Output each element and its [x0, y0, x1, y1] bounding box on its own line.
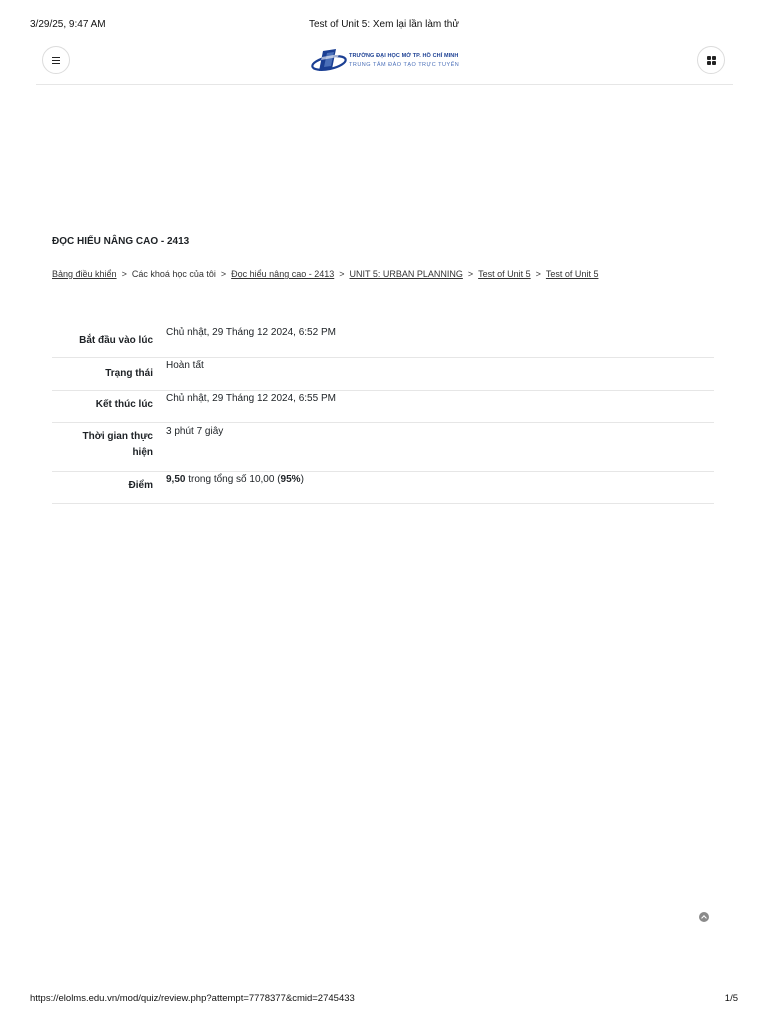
apps-button[interactable] — [697, 46, 725, 74]
breadcrumb-quiz[interactable]: Test of Unit 5 — [478, 269, 531, 279]
summary-row-completed: Kết thúc lúc Chủ nhật, 29 Tháng 12 2024,… — [52, 391, 714, 423]
quiz-review-summary-table: Bắt đầu vào lúc Chủ nhật, 29 Tháng 12 20… — [52, 324, 714, 504]
breadcrumb-my-courses: Các khoá học của tôi — [131, 269, 216, 279]
breadcrumb-dashboard[interactable]: Bảng điều khiển — [52, 269, 117, 279]
logo-line1: TRƯỜNG ĐẠI HỌC MỞ TP. HỒ CHÍ MINH — [349, 53, 459, 59]
grade-label: Điểm — [128, 480, 153, 491]
duration-label: Thời gian thực hiện — [52, 423, 166, 471]
print-header: 3/29/25, 9:47 AM Test of Unit 5: Xem lại… — [30, 19, 738, 33]
grade-text-mid: trong tổng số 10,00 ( — [185, 474, 281, 485]
state-value: Hoàn tất — [166, 360, 204, 371]
started-label: Bắt đầu vào lúc — [79, 335, 153, 346]
duration-label-line1: Thời gian thực — [82, 431, 153, 442]
breadcrumb-separator: > — [220, 269, 227, 279]
breadcrumb-separator: > — [121, 269, 127, 279]
logo-line2: TRUNG TÂM ĐÀO TẠO TRỰC TUYẾN — [349, 62, 460, 68]
grade-text-end: ) — [300, 474, 304, 485]
completed-value: Chủ nhật, 29 Tháng 12 2024, 6:55 PM — [166, 393, 336, 404]
duration-value: 3 phút 7 giây — [166, 426, 224, 437]
print-url: https://elolms.edu.vn/mod/quiz/review.ph… — [30, 993, 355, 1004]
breadcrumb-separator: > — [467, 269, 474, 279]
back-to-top-button[interactable] — [699, 912, 709, 922]
site-logo[interactable]: TRƯỜNG ĐẠI HỌC MỞ TP. HỒ CHÍ MINH TRUNG … — [310, 46, 470, 76]
breadcrumb-separator: > — [339, 269, 345, 279]
course-heading: ĐỌC HIỂU NÂNG CAO - 2413 — [52, 236, 190, 247]
grade-value: 9,50 trong tổng số 10,00 (95%) — [166, 472, 714, 503]
arrow-up-circle-icon — [701, 915, 707, 921]
hamburger-icon — [52, 56, 60, 65]
breadcrumb: Bảng điều khiển > Các khoá học của tôi > Đọc… — [52, 269, 598, 279]
summary-row-grade: Điểm 9,50 trong tổng số 10,00 (95%) — [52, 472, 714, 504]
grade-percent: 95% — [280, 474, 301, 485]
summary-row-state: Trạng thái Hoàn tất — [52, 358, 714, 391]
navbar: TRƯỜNG ĐẠI HỌC MỞ TP. HỒ CHÍ MINH TRUNG … — [36, 44, 733, 85]
state-label: Trạng thái — [105, 368, 153, 379]
started-value: Chủ nhật, 29 Tháng 12 2024, 6:52 PM — [166, 327, 336, 338]
summary-row-duration: Thời gian thực hiện 3 phút 7 giây — [52, 423, 714, 472]
print-page-number: 1/5 — [724, 993, 738, 1004]
menu-button[interactable] — [42, 46, 70, 74]
breadcrumb-course[interactable]: Đọc hiểu nâng cao - 2413 — [231, 269, 334, 279]
breadcrumb-current[interactable]: Test of Unit 5 — [546, 269, 599, 279]
university-logo-icon — [311, 49, 347, 71]
duration-label-line2: hiện — [132, 447, 153, 458]
breadcrumb-section[interactable]: UNIT 5: URBAN PLANNING — [350, 269, 463, 279]
completed-label: Kết thúc lúc — [95, 399, 153, 410]
grid-icon — [706, 55, 716, 65]
breadcrumb-separator: > — [535, 269, 541, 279]
print-page-title: Test of Unit 5: Xem lại lần làm thử — [308, 19, 460, 30]
summary-row-started: Bắt đầu vào lúc Chủ nhật, 29 Tháng 12 20… — [52, 324, 714, 358]
grade-score: 9,50 — [166, 474, 186, 485]
